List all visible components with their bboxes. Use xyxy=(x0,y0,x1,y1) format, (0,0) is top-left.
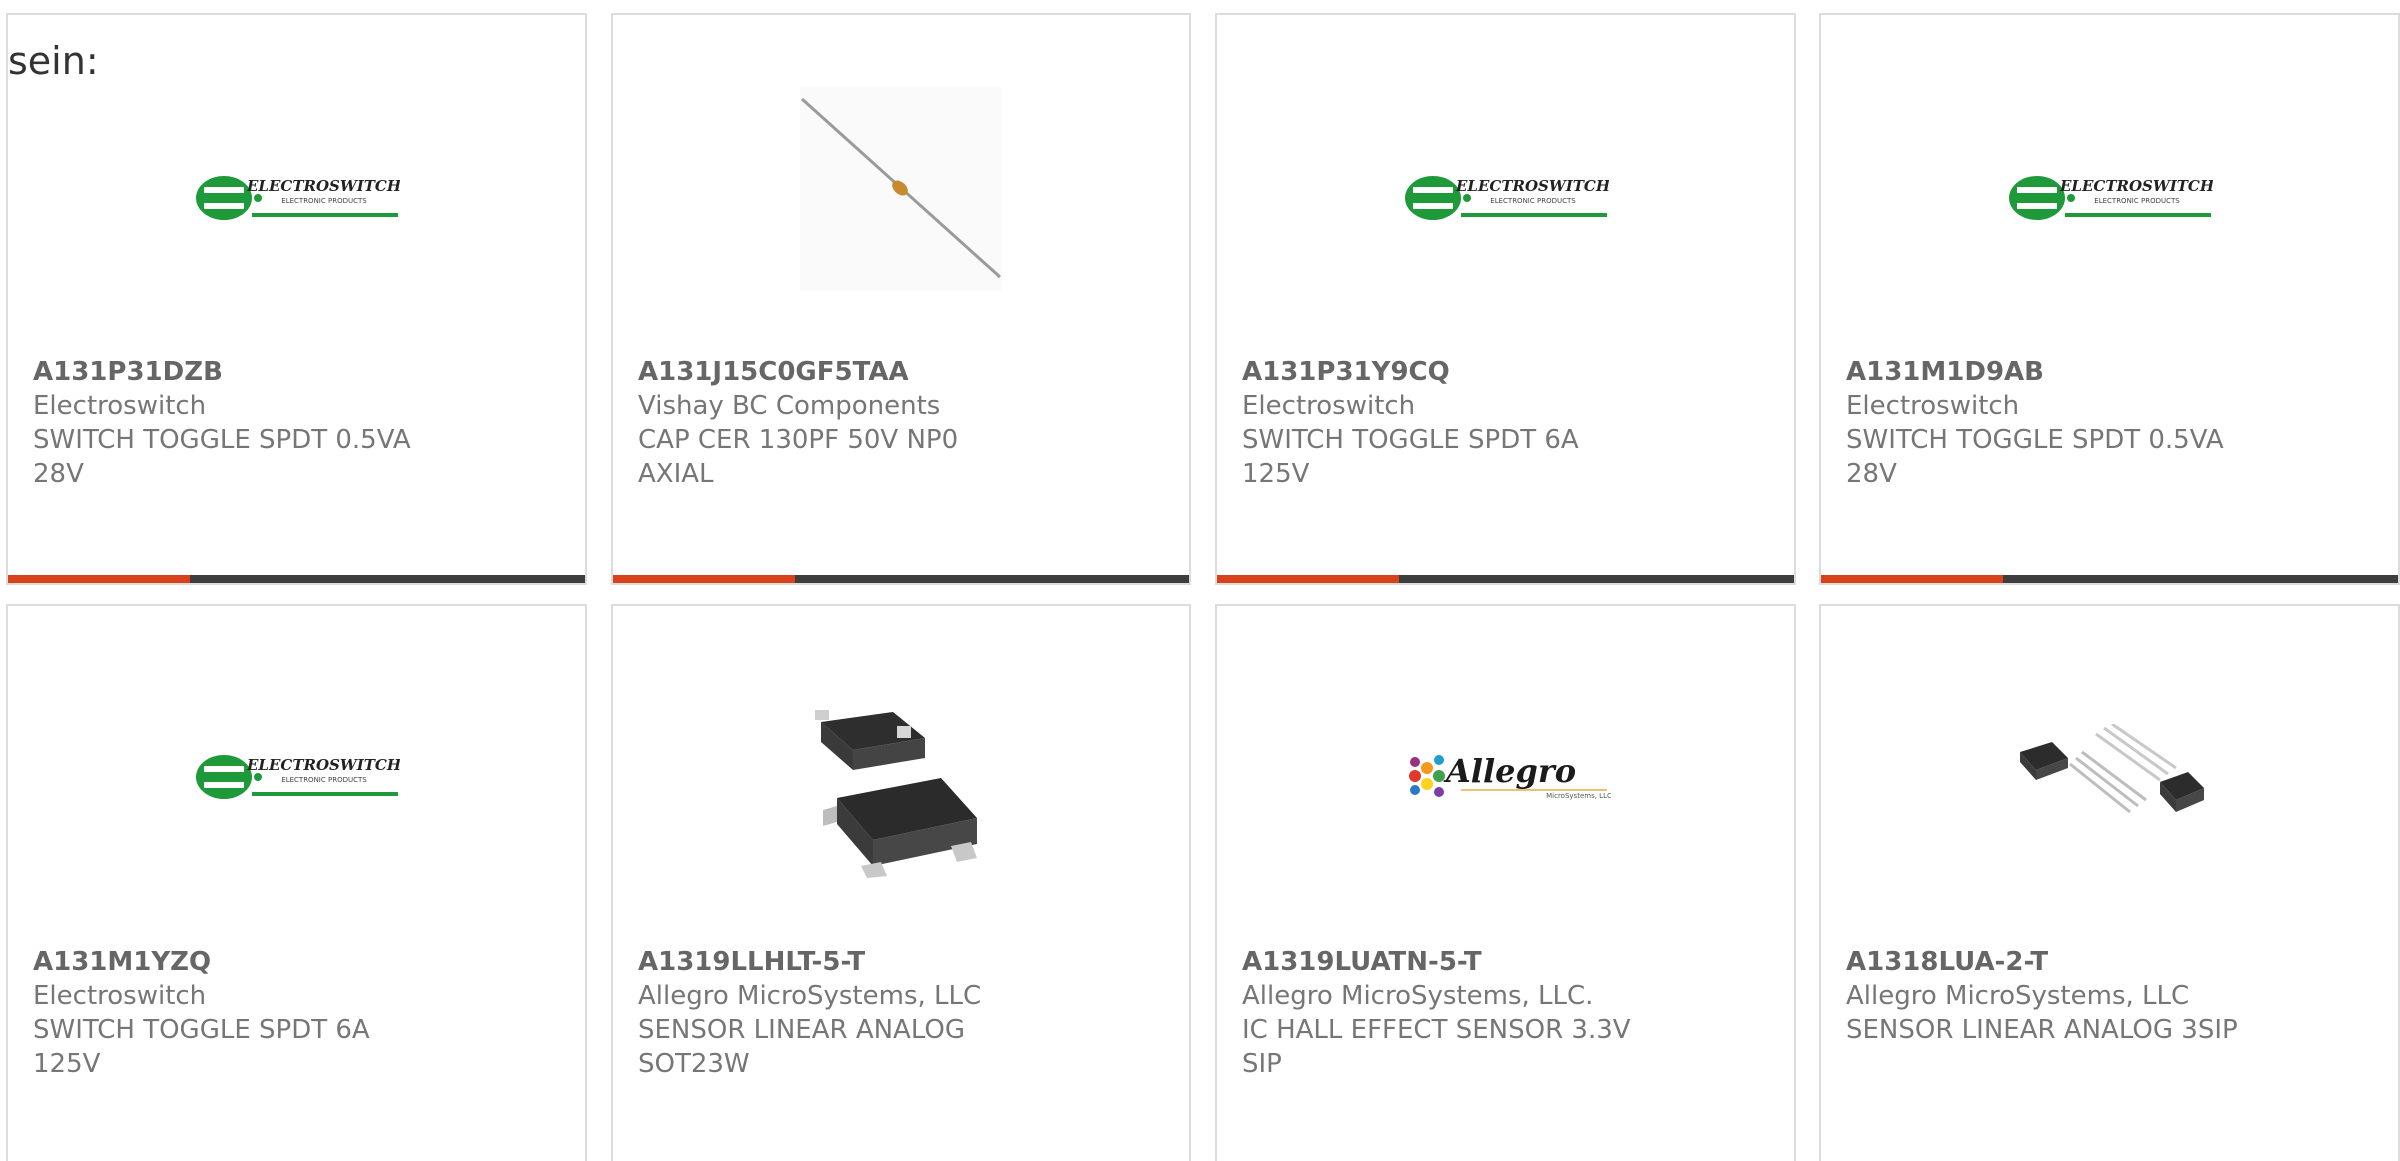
product-info: A1319LLHLT-5-T Allegro MicroSystems, LLC… xyxy=(638,945,1038,1081)
product-info: A1318LUA-2-T Allegro MicroSystems, LLC S… xyxy=(1846,945,2246,1047)
electroswitch-logo: ELECTROSWITCH ELECTRONIC PRODUCTS xyxy=(195,755,400,799)
manufacturer: Electroswitch xyxy=(1846,391,2020,421)
part-number[interactable]: A1319LUATN-5-T xyxy=(1242,945,1642,979)
product-image[interactable] xyxy=(613,606,1189,936)
card-bottom-bar xyxy=(1217,575,1794,583)
card-accent xyxy=(1217,575,1399,583)
logo-tagline: ELECTRONIC PRODUCTS xyxy=(281,197,367,205)
product-info: A131M1D9AB Electroswitch SWITCH TOGGLE S… xyxy=(1846,355,2246,491)
product-card[interactable]: ELECTROSWITCH ELECTRONIC PRODUCTS A131P3… xyxy=(1215,13,1796,585)
part-number[interactable]: A131M1YZQ xyxy=(33,945,433,979)
product-image[interactable]: ELECTROSWITCH ELECTRONIC PRODUCTS xyxy=(8,606,585,936)
product-image[interactable]: ELECTROSWITCH ELECTRONIC PRODUCTS xyxy=(1217,15,1794,345)
description-line-1: SWITCH TOGGLE SPDT 0.5VA xyxy=(33,425,411,455)
logo-tagline: MicroSystems, LLC xyxy=(1546,792,1611,800)
card-bottom-bar xyxy=(1821,575,2398,583)
part-number[interactable]: A131P31DZB xyxy=(33,355,433,389)
manufacturer: Electroswitch xyxy=(1242,391,1416,421)
card-bottom-bar xyxy=(8,575,585,583)
electroswitch-logo: ELECTROSWITCH ELECTRONIC PRODUCTS xyxy=(1404,176,1609,220)
product-image[interactable] xyxy=(613,15,1189,345)
description-line-1: SENSOR LINEAR ANALOG xyxy=(638,1015,966,1045)
electroswitch-logo: ELECTROSWITCH ELECTRONIC PRODUCTS xyxy=(2008,176,2213,220)
product-info: A131M1YZQ Electroswitch SWITCH TOGGLE SP… xyxy=(33,945,433,1081)
product-image[interactable]: Allegro MicroSystems, LLC xyxy=(1217,606,1794,936)
part-number[interactable]: A1319LLHLT-5-T xyxy=(638,945,1038,979)
intro-text: sein: xyxy=(8,39,99,83)
description-line-1: IC HALL EFFECT SENSOR 3.3V xyxy=(1242,1015,1631,1045)
description-line-1: SWITCH TOGGLE SPDT 6A 125V xyxy=(1242,425,1579,489)
product-card[interactable]: Allegro MicroSystems, LLC A1319LUATN-5-T… xyxy=(1215,604,1796,1161)
product-card[interactable]: ELECTROSWITCH ELECTRONIC PRODUCTS A131M1… xyxy=(1819,13,2400,585)
sip-package-image xyxy=(2019,724,2204,814)
sot23-package-image xyxy=(815,710,977,878)
manufacturer: Vishay BC Components xyxy=(638,391,941,421)
manufacturer: Allegro MicroSystems, LLC xyxy=(1846,981,2190,1011)
description-line-2: SOT23W xyxy=(638,1049,750,1079)
logo-name: ELECTROSWITCH xyxy=(2058,177,2212,195)
product-grid: ELECTROSWITCH ELECTRONIC PRODUCTS A131P3… xyxy=(0,0,2400,1161)
description-line-1: SENSOR LINEAR ANALOG 3SIP xyxy=(1846,1015,2238,1045)
product-card[interactable]: A1318LUA-2-T Allegro MicroSystems, LLC S… xyxy=(1819,604,2400,1161)
description-line-2: 28V xyxy=(33,459,84,489)
product-card[interactable]: ELECTROSWITCH ELECTRONIC PRODUCTS A131P3… xyxy=(6,13,587,585)
logo-name: ELECTROSWITCH xyxy=(245,756,399,774)
product-grid-page: sein: ELECTROSWITCH ELECTRONIC PRODUCTS … xyxy=(0,0,2400,1161)
manufacturer: Electroswitch xyxy=(33,391,207,421)
product-card[interactable]: A131J15C0GF5TAA Vishay BC Components CAP… xyxy=(611,13,1191,585)
logo-tagline: ELECTRONIC PRODUCTS xyxy=(2094,197,2180,205)
logo-tagline: ELECTRONIC PRODUCTS xyxy=(281,776,367,784)
description-line-1: SWITCH TOGGLE SPDT 0.5VA xyxy=(1846,425,2224,455)
product-info: A131P31Y9CQ Electroswitch SWITCH TOGGLE … xyxy=(1242,355,1642,491)
logo-name: ELECTROSWITCH xyxy=(245,177,399,195)
manufacturer: Allegro MicroSystems, LLC. xyxy=(1242,981,1594,1011)
axial-capacitor-image xyxy=(800,87,1002,291)
card-bottom-bar xyxy=(613,575,1189,583)
product-card[interactable]: ELECTROSWITCH ELECTRONIC PRODUCTS A131M1… xyxy=(6,604,587,1161)
logo-tagline: ELECTRONIC PRODUCTS xyxy=(1490,197,1576,205)
product-info: A131J15C0GF5TAA Vishay BC Components CAP… xyxy=(638,355,1038,491)
logo-name: Allegro xyxy=(1442,752,1575,790)
manufacturer: Allegro MicroSystems, LLC xyxy=(638,981,982,1011)
card-accent xyxy=(1821,575,2003,583)
description-line-2: 28V xyxy=(1846,459,1897,489)
description-line-2: SIP xyxy=(1242,1049,1282,1079)
product-info: A131P31DZB Electroswitch SWITCH TOGGLE S… xyxy=(33,355,433,491)
product-image[interactable]: ELECTROSWITCH ELECTRONIC PRODUCTS xyxy=(1821,15,2398,345)
part-number[interactable]: A131J15C0GF5TAA xyxy=(638,355,1038,389)
card-accent xyxy=(613,575,795,583)
card-accent xyxy=(8,575,190,583)
manufacturer: Electroswitch xyxy=(33,981,207,1011)
logo-name: ELECTROSWITCH xyxy=(1454,177,1608,195)
product-image[interactable] xyxy=(1821,606,2398,936)
product-info: A1319LUATN-5-T Allegro MicroSystems, LLC… xyxy=(1242,945,1642,1081)
part-number[interactable]: A131M1D9AB xyxy=(1846,355,2246,389)
electroswitch-logo: ELECTROSWITCH ELECTRONIC PRODUCTS xyxy=(195,176,400,220)
allegro-logo: Allegro MicroSystems, LLC xyxy=(1408,752,1611,800)
part-number[interactable]: A131P31Y9CQ xyxy=(1242,355,1642,389)
product-card[interactable]: A1319LLHLT-5-T Allegro MicroSystems, LLC… xyxy=(611,604,1191,1161)
description-line-1: CAP CER 130PF 50V NP0 AXIAL xyxy=(638,425,959,489)
part-number[interactable]: A1318LUA-2-T xyxy=(1846,945,2246,979)
description-line-1: SWITCH TOGGLE SPDT 6A 125V xyxy=(33,1015,370,1079)
